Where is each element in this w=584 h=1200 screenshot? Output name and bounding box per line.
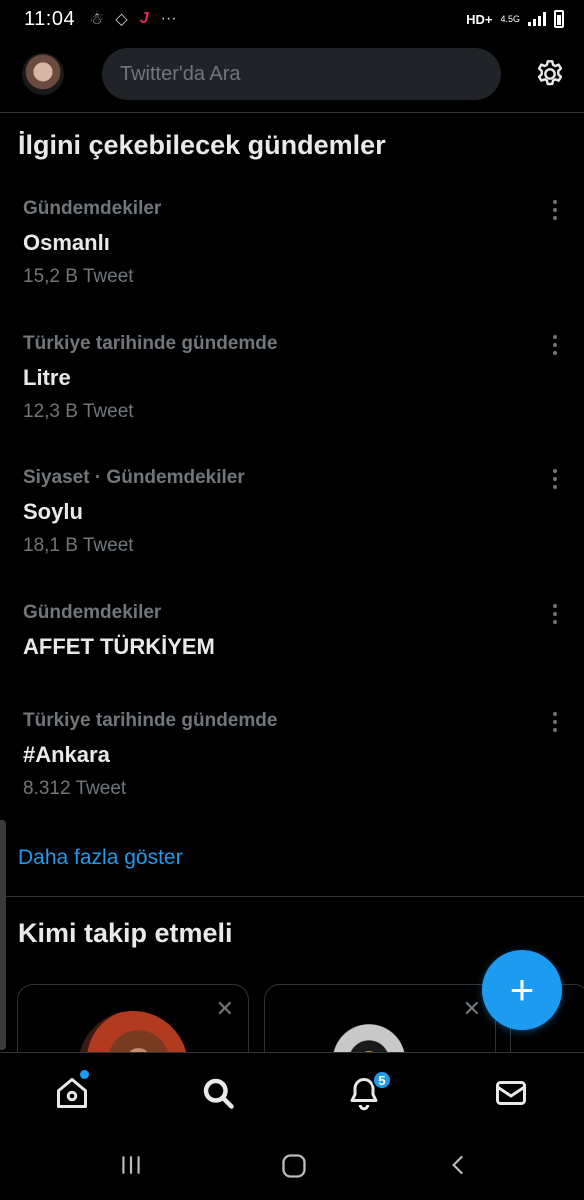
home-unread-dot <box>80 1070 89 1079</box>
section-divider <box>0 896 584 897</box>
more-options-icon[interactable] <box>550 712 560 732</box>
trend-category: Gündemdekiler <box>23 602 162 623</box>
more-options-icon[interactable] <box>550 335 560 355</box>
follow-title: Kimi takip etmeli <box>18 918 233 948</box>
status-time: 11:04 <box>24 7 76 30</box>
tinder-icon: ◇ <box>115 11 128 28</box>
signal-icon <box>528 12 546 26</box>
trend-count: 8.312 Tweet <box>23 778 127 799</box>
more-options-icon[interactable] <box>550 604 560 624</box>
trend-category: Türkiye tarihinde gündemde <box>23 333 278 354</box>
search-icon[interactable] <box>200 1075 236 1111</box>
more-notifications-icon: ··· <box>160 10 177 27</box>
home-button-icon[interactable] <box>280 1152 308 1180</box>
back-icon[interactable] <box>446 1152 472 1178</box>
trend-item[interactable]: Gündemdekiler Osmanlı 15,2 B Tweet <box>0 198 584 318</box>
snapchat-icon: ☃ <box>89 11 104 28</box>
compose-tweet-button[interactable]: + <box>482 950 562 1030</box>
more-options-icon[interactable] <box>550 469 560 489</box>
search-placeholder: Twitter'da Ara <box>120 62 241 85</box>
recent-apps-icon[interactable] <box>118 1152 144 1178</box>
trend-name: Soylu <box>23 499 83 524</box>
trend-name: #Ankara <box>23 742 110 767</box>
messages-mail-icon[interactable] <box>493 1075 529 1111</box>
trend-category: Siyaset · Gündemdekiler <box>23 467 245 488</box>
tiktok-icon: J <box>139 10 149 27</box>
trend-item[interactable]: Türkiye tarihinde gündemde Litre 12,3 B … <box>0 333 584 453</box>
trend-name: Litre <box>23 365 71 390</box>
notification-icons: ☃ ◇ J ··· <box>89 9 177 29</box>
profile-avatar[interactable] <box>22 53 64 95</box>
battery-icon <box>554 10 564 28</box>
network-type: 4.5G <box>500 13 520 24</box>
trends-title: İlgini çekebilecek gündemler <box>18 130 386 160</box>
show-more-link[interactable]: Daha fazla göster <box>18 846 183 870</box>
home-icon[interactable] <box>54 1075 90 1111</box>
trend-category: Gündemdekiler <box>23 198 162 219</box>
trend-item[interactable]: Siyaset · Gündemdekiler Soylu 18,1 B Twe… <box>0 467 584 587</box>
notifications-badge: 5 <box>372 1070 392 1090</box>
bottom-tab-bar <box>0 1052 584 1132</box>
trend-item[interactable]: Gündemdekiler AFFET TÜRKİYEM <box>0 602 584 722</box>
trend-count: 15,2 B Tweet <box>23 266 134 287</box>
edge-panel-handle[interactable] <box>0 820 6 1050</box>
trend-count: 18,1 B Tweet <box>23 535 134 556</box>
settings-gear-icon[interactable] <box>534 58 566 90</box>
dismiss-close-icon[interactable]: ✕ <box>463 998 481 1020</box>
trend-count: 12,3 B Tweet <box>23 401 134 422</box>
search-input[interactable]: Twitter'da Ara <box>102 48 501 100</box>
trend-item[interactable]: Türkiye tarihinde gündemde #Ankara 8.312… <box>0 710 584 830</box>
trend-name: Osmanlı <box>23 230 110 255</box>
top-header: Twitter'da Ara <box>0 46 584 102</box>
header-divider <box>0 112 584 113</box>
dismiss-close-icon[interactable]: ✕ <box>216 998 234 1020</box>
system-nav-bar <box>0 1132 584 1200</box>
network-label: HD+ <box>466 11 493 27</box>
plus-icon: + <box>509 966 535 1013</box>
more-options-icon[interactable] <box>550 200 560 220</box>
trend-category: Türkiye tarihinde gündemde <box>23 710 278 731</box>
status-bar: 11:04 ☃ ◇ J ··· HD+ 4.5G <box>0 0 584 38</box>
trend-name: AFFET TÜRKİYEM <box>23 634 215 659</box>
